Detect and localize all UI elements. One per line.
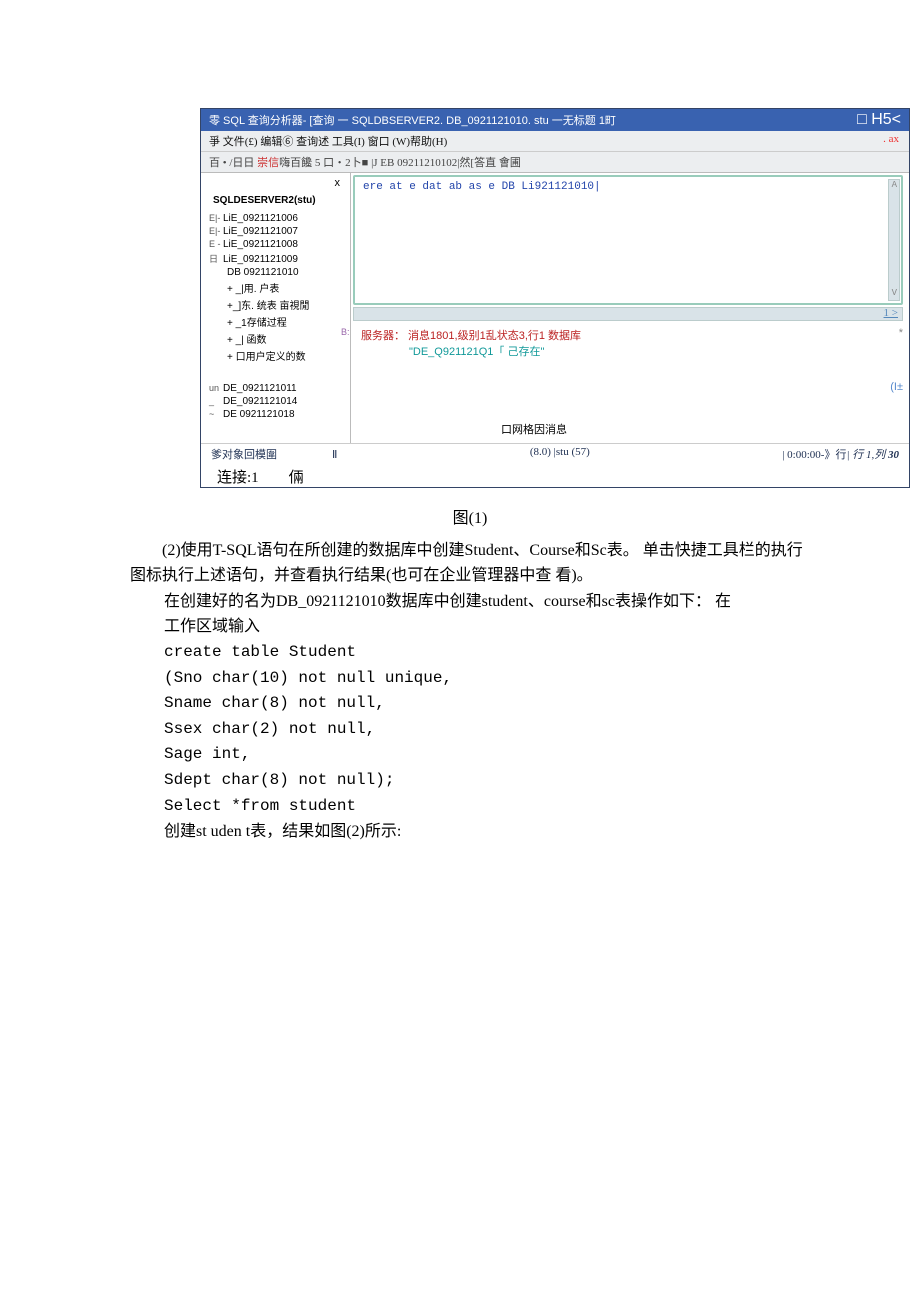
object-browser[interactable]: x SQLDESERVER2(stu) E|-LiE_0921121006 E|… xyxy=(201,173,351,443)
folder-node[interactable]: + _1存储过程 xyxy=(209,313,348,330)
tree-expand-icon[interactable]: _ xyxy=(209,396,223,406)
scroll-right-icon[interactable]: 1 > xyxy=(884,307,898,319)
tree-expand-icon[interactable]: ~ xyxy=(209,409,223,419)
code-line: (Sno char(10) not null unique, xyxy=(130,666,810,692)
error-message: 服务器： 消息1801,级别1乱状态3,行1 数据库 xyxy=(361,327,899,343)
window-title: 零 SQL 查询分析器- [查询 一 SQLDBSERVER2. DB_0921… xyxy=(209,112,616,128)
sql-analyzer-window: 零 SQL 查询分析器- [查询 一 SQLDBSERVER2. DB_0921… xyxy=(200,108,910,488)
message-pane: B: * 服务器： 消息1801,级别1乱状态3,行1 数据库 "DE_Q921… xyxy=(351,321,909,415)
db-node[interactable]: E|-LiE_0921121006 xyxy=(209,212,348,225)
figure-caption-1: 图(1) xyxy=(130,498,810,538)
scroll-down-icon[interactable]: V xyxy=(892,288,897,298)
scroll-marker-icon: * xyxy=(899,327,903,339)
sql-editor[interactable]: ere at e dat ab as e DB Li921121010| A V xyxy=(353,175,903,305)
main-pane: ere at e dat ab as e DB Li921121010| A V… xyxy=(351,173,909,443)
db-label: DE_0921121011 xyxy=(223,383,297,394)
paragraph-5: 创建st uden t表，结果如图(2)所示: xyxy=(130,819,810,845)
folder-label: + _1存储过程 xyxy=(227,318,287,329)
window-controls[interactable]: □ H5< xyxy=(857,111,901,129)
document-body: 图(1) (2)使用T-SQL语句在所创建的数据库中创建Student、Cour… xyxy=(0,488,920,845)
db-node[interactable]: ~DE 0921121018 xyxy=(209,408,348,421)
folder-node[interactable]: + 口用户定义的数 xyxy=(209,347,348,364)
tree-expand-icon[interactable]: E|- xyxy=(209,226,223,236)
db-node[interactable]: _DE_0921121014 xyxy=(209,395,348,408)
error-line2: "DE_Q921121Q1「 己存在" xyxy=(409,346,544,358)
menu-bar[interactable]: 爭 文件(£) 编辑⑥ 查询述 工具(I) 窗口 (W)帮助(H) . ax xyxy=(201,131,909,152)
code-line: Sname char(8) not null, xyxy=(130,691,810,717)
status-right: | 0:00:00-》行| 行 1,列 30 xyxy=(782,446,899,462)
folder-label: +_]东. 统表 亩視閒 xyxy=(227,301,310,312)
folder-node[interactable]: + _|用. 户表 xyxy=(209,279,348,296)
title-bar[interactable]: 零 SQL 查询分析器- [查询 一 SQLDBSERVER2. DB_0921… xyxy=(201,109,909,131)
code-line: Sage int, xyxy=(130,742,810,768)
tree-expand-icon[interactable]: E - xyxy=(209,239,223,249)
db-node[interactable]: E -LiE_0921121008 xyxy=(209,238,348,251)
folder-label: + 口用户定义的数 xyxy=(227,352,306,363)
menu-corner: . ax xyxy=(883,133,899,145)
folder-node[interactable]: + _| 函数 xyxy=(209,330,348,347)
toolbar-red: 崇信 xyxy=(257,157,279,169)
db-node[interactable]: unDE_0921121011 xyxy=(209,382,348,395)
paragraph-4: 工作区域输入 xyxy=(130,614,810,640)
db-label: DE 0921121018 xyxy=(223,409,295,420)
menu-items[interactable]: 爭 文件(£) 编辑⑥ 查询述 工具(I) 窗口 (W)帮助(H) xyxy=(209,136,447,148)
status-object-browser[interactable]: 爹对象回模圍 Ⅱ xyxy=(211,446,337,462)
horizontal-scrollbar[interactable]: 1 > xyxy=(353,307,903,321)
toolbar-combo[interactable]: |J EB 09211210102| xyxy=(371,157,459,169)
toolbar-mid: 嗨百饞 5 口・2卜■ xyxy=(279,157,371,169)
db-tree: E|-LiE_0921121006 E|-LiE_0921121007 E -L… xyxy=(205,212,348,364)
folder-node[interactable]: +_]东. 统表 亩視閒 xyxy=(209,296,348,313)
tree-expand-icon[interactable]: un xyxy=(209,383,223,393)
db-label: DE_0921121014 xyxy=(223,396,297,407)
code-line: Select *from student xyxy=(130,794,810,820)
paragraph-3: 在创建好的名为DB_0921121010数据库中创建student、course… xyxy=(130,589,810,615)
code-line: Ssex char(2) not null, xyxy=(130,717,810,743)
tree-expand-icon[interactable]: 日 xyxy=(209,252,223,265)
tree-expand-icon[interactable]: E|- xyxy=(209,213,223,223)
folder-label: + _| 函数 xyxy=(227,335,267,346)
db-node-selected[interactable]: DB 0921121010 xyxy=(209,266,348,279)
code-line: Sdept char(8) not null); xyxy=(130,768,810,794)
db-node[interactable]: E|-LiE_0921121007 xyxy=(209,225,348,238)
connection-status: 连接:1 倆 xyxy=(201,464,909,487)
result-tabs[interactable]: 口网格因消息 xyxy=(351,415,909,443)
folder-label: + _|用. 户表 xyxy=(227,284,279,295)
paragraph-2: (2)使用T-SQL语句在所创建的数据库中创建Student、Course和Sc… xyxy=(130,538,810,589)
error-detail: "DE_Q921121Q1「 己存在" xyxy=(361,343,899,359)
toolbar-left: 百 • /日日 xyxy=(209,157,257,169)
vertical-scrollbar[interactable]: A V xyxy=(888,179,900,301)
tool-bar[interactable]: 百 • /日日 崇信嗨百饞 5 口・2卜■ |J EB 09211210102|… xyxy=(201,152,909,173)
db-label: LiE_0921121007 xyxy=(223,226,298,237)
db-tree-lower: unDE_0921121011 _DE_0921121014 ~DE 09211… xyxy=(205,382,348,421)
tab-grid-message[interactable]: 口网格因消息 xyxy=(361,421,567,437)
status-center: (8.0) |stu (57) xyxy=(530,446,590,462)
close-panel-button[interactable]: x xyxy=(205,177,348,189)
error-line1: 服务器： 消息1801,级别1乱状态3,行1 数据库 xyxy=(361,330,581,342)
scroll-up-icon[interactable]: A xyxy=(892,180,897,190)
db-node[interactable]: 日 LiE_0921121009 xyxy=(209,251,348,266)
code-line: create table Student xyxy=(130,640,810,666)
toolbar-after: 然[答直 會圃 xyxy=(459,157,520,169)
scroll-indicator: (I± xyxy=(890,381,903,393)
db-label: LiE_0921121008 xyxy=(223,239,298,250)
db-label: LiE_0921121009 xyxy=(223,254,298,265)
msg-b-label: B: xyxy=(341,327,350,337)
server-node[interactable]: SQLDESERVER2(stu) xyxy=(205,189,348,212)
content-area: x SQLDESERVER2(stu) E|-LiE_0921121006 E|… xyxy=(201,173,909,443)
db-label: DB 0921121010 xyxy=(227,267,299,278)
db-label: LiE_0921121006 xyxy=(223,213,298,224)
editor-text[interactable]: ere at e dat ab as e DB Li921121010| xyxy=(363,181,601,193)
status-bar: 爹对象回模圍 Ⅱ (8.0) |stu (57) | 0:00:00-》行| 行… xyxy=(201,443,909,464)
